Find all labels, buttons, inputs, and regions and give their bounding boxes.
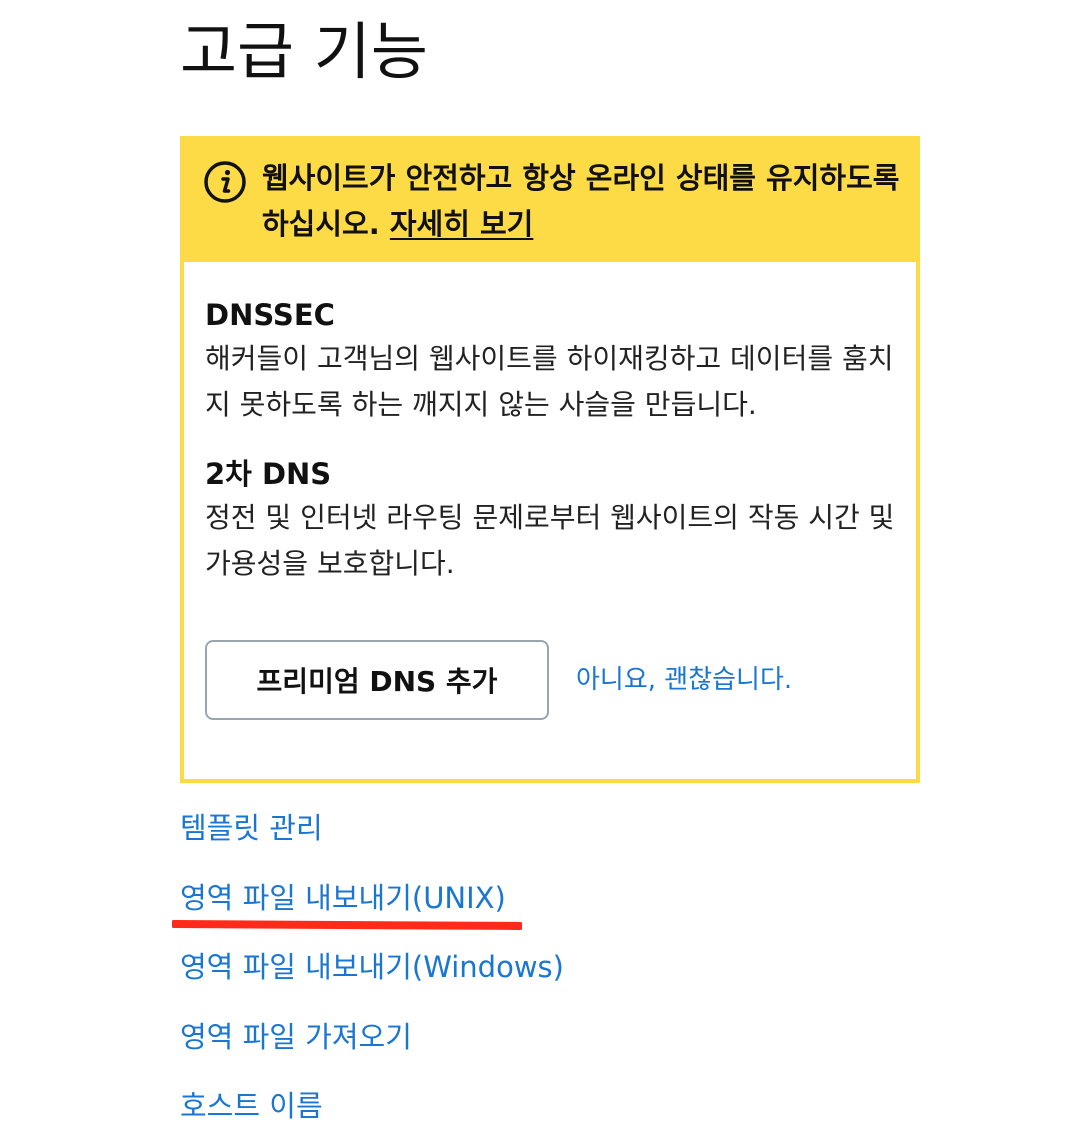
feature-title: DNSSEC xyxy=(205,298,335,332)
promo-banner-text: 웹사이트가 안전하고 항상 온라인 상태를 유지하도록 하십시오. 자세히 보기 xyxy=(262,155,902,247)
import-zone-file-link[interactable]: 영역 파일 가져오기 xyxy=(180,1015,564,1085)
learn-more-link[interactable]: 자세히 보기 xyxy=(390,207,534,241)
page-title: 고급 기능 xyxy=(180,15,428,88)
add-premium-dns-button[interactable]: 프리미엄 DNS 추가 xyxy=(205,640,549,720)
promo-banner-message: 웹사이트가 안전하고 항상 온라인 상태를 유지하도록 하십시오. xyxy=(262,161,900,241)
feature-description: 정전 및 인터넷 라우팅 문제로부터 웹사이트의 작동 시간 및 가용성을 보호… xyxy=(205,501,895,580)
feature-title: 2차 DNS xyxy=(205,457,332,491)
manage-templates-link[interactable]: 템플릿 관리 xyxy=(180,806,564,876)
feature-secondary-dns: 2차 DNS 정전 및 인터넷 라우팅 문제로부터 웹사이트의 작동 시간 및 … xyxy=(205,453,905,587)
hostnames-link[interactable]: 호스트 이름 xyxy=(180,1084,564,1142)
export-zone-file-windows-link[interactable]: 영역 파일 내보내기(Windows) xyxy=(180,945,564,1015)
promo-banner: 웹사이트가 안전하고 항상 온라인 상태를 유지하도록 하십시오. 자세히 보기 xyxy=(184,140,916,262)
info-icon xyxy=(204,161,246,203)
premium-dns-promo-card: 웹사이트가 안전하고 항상 온라인 상태를 유지하도록 하십시오. 자세히 보기… xyxy=(180,136,920,783)
feature-dnssec: DNSSEC 해커들이 고객님의 웹사이트를 하이재킹하고 데이터를 훔치지 못… xyxy=(205,294,905,428)
export-zone-file-unix-link[interactable]: 영역 파일 내보내기(UNIX) xyxy=(180,876,564,946)
no-thanks-link[interactable]: 아니요, 괜찮습니다. xyxy=(576,660,792,700)
red-highlight-underline xyxy=(172,920,522,930)
advanced-features-links: 템플릿 관리 영역 파일 내보내기(UNIX) 영역 파일 내보내기(Windo… xyxy=(180,806,564,1142)
feature-description: 해커들이 고객님의 웹사이트를 하이재킹하고 데이터를 훔치지 못하도록 하는 … xyxy=(205,342,894,421)
